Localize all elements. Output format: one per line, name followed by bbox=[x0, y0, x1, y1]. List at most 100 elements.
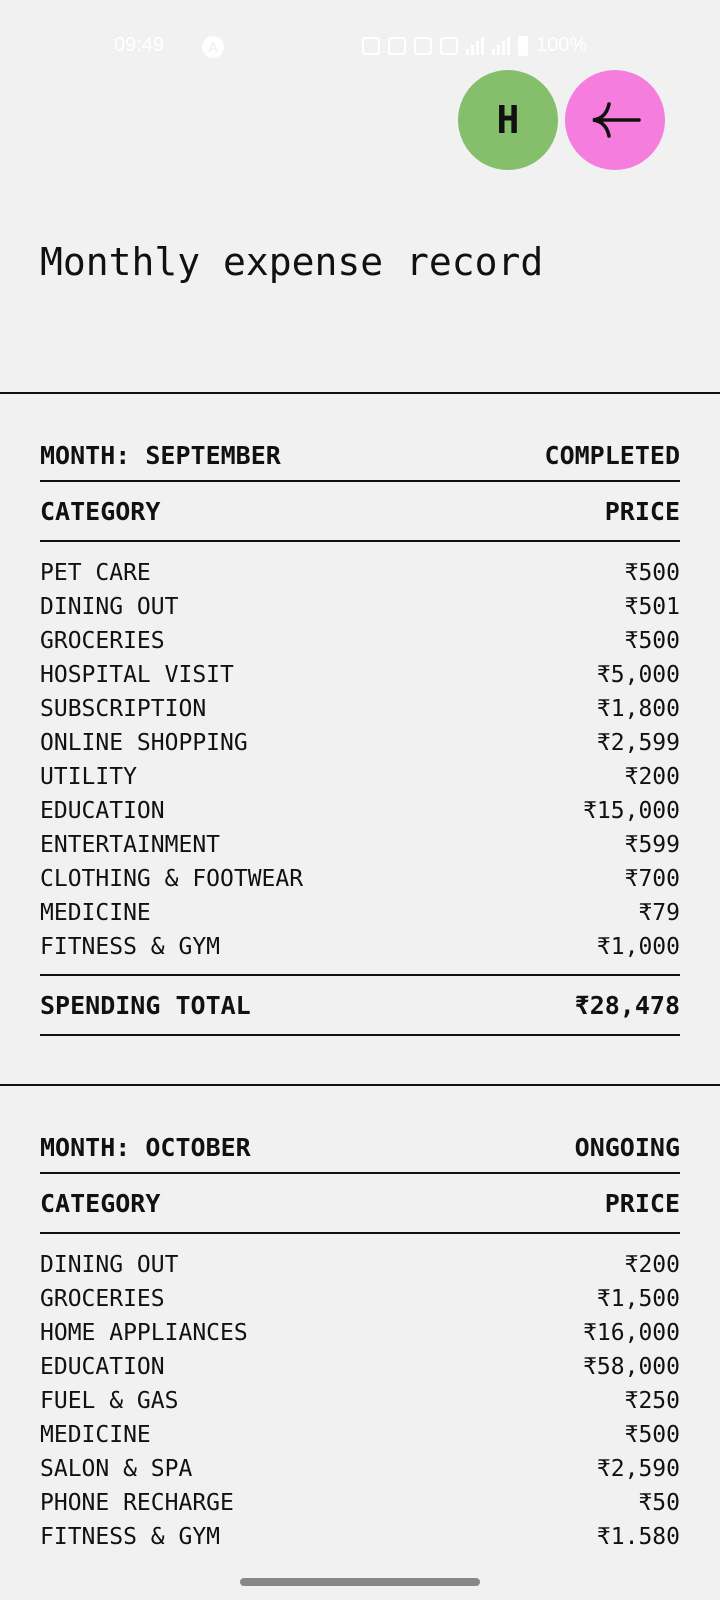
battery-icon bbox=[518, 35, 528, 56]
status-icons: 100% bbox=[362, 34, 587, 57]
expense-category: MEDICINE bbox=[40, 1422, 151, 1448]
expense-price: ₹2,599 bbox=[596, 730, 680, 756]
expense-price: ₹500 bbox=[624, 1422, 680, 1448]
expense-price: ₹500 bbox=[624, 628, 680, 654]
expense-category: ENTERTAINMENT bbox=[40, 832, 221, 858]
expense-price: ₹250 bbox=[624, 1388, 680, 1414]
expense-price: ₹501 bbox=[624, 594, 680, 620]
expense-category: FUEL & GAS bbox=[40, 1388, 179, 1414]
back-button[interactable] bbox=[565, 70, 665, 170]
home-indicator[interactable] bbox=[240, 1578, 480, 1586]
status-time: 09:49 bbox=[114, 34, 165, 56]
expense-category: DINING OUT bbox=[40, 594, 179, 620]
expense-row[interactable]: CLOTHING & FOOTWEAR ₹700 bbox=[40, 862, 680, 896]
expense-row[interactable]: UTILITY ₹200 bbox=[40, 760, 680, 794]
expense-row[interactable]: HOME APPLIANCES ₹16,000 bbox=[40, 1316, 680, 1350]
divider bbox=[0, 392, 720, 394]
divider bbox=[0, 1084, 720, 1086]
profile-avatar-button[interactable]: H bbox=[458, 70, 558, 170]
expense-category: SUBSCRIPTION bbox=[40, 696, 207, 722]
wifi-call-icon bbox=[414, 36, 432, 55]
expense-category: UTILITY bbox=[40, 764, 137, 790]
expense-row[interactable]: SUBSCRIPTION ₹1,800 bbox=[40, 692, 680, 726]
month-section-october: MONTH: OCTOBER ONGOING CATEGORY PRICE DI… bbox=[40, 1122, 680, 1554]
expense-price: ₹5,000 bbox=[596, 662, 680, 688]
expense-row[interactable]: GROCERIES ₹500 bbox=[40, 624, 680, 658]
expense-price: ₹200 bbox=[624, 1252, 680, 1278]
page-title: Monthly expense record bbox=[40, 240, 544, 284]
price-header: PRICE bbox=[604, 1188, 680, 1218]
expense-category: CLOTHING & FOOTWEAR bbox=[40, 866, 304, 892]
expense-row[interactable]: FITNESS & GYM ₹1,000 bbox=[40, 930, 680, 964]
expense-price: ₹15,000 bbox=[583, 798, 680, 824]
back-arrow-icon bbox=[592, 102, 641, 138]
expense-row[interactable]: FITNESS & GYM ₹1.580 bbox=[40, 1520, 680, 1554]
category-header: CATEGORY bbox=[40, 1188, 161, 1218]
expense-price: ₹200 bbox=[624, 764, 680, 790]
expense-category: GROCERIES bbox=[40, 1286, 165, 1312]
expense-row[interactable]: DINING OUT ₹200 bbox=[40, 1248, 680, 1282]
month-title: MONTH: SEPTEMBER bbox=[40, 440, 281, 470]
expense-row[interactable]: PET CARE ₹500 bbox=[40, 556, 680, 590]
signal-icon bbox=[466, 36, 484, 55]
avatar-letter: H bbox=[496, 98, 520, 142]
expense-category: PET CARE bbox=[40, 560, 151, 586]
month-section-september: MONTH: SEPTEMBER COMPLETED CATEGORY PRIC… bbox=[40, 430, 680, 1036]
wifi-icon bbox=[388, 36, 406, 55]
expense-price: ₹700 bbox=[624, 866, 680, 892]
expense-category: GROCERIES bbox=[40, 628, 165, 654]
expense-category: DINING OUT bbox=[40, 1252, 179, 1278]
expense-price: ₹2,590 bbox=[596, 1456, 680, 1482]
battery-percent: 100% bbox=[536, 34, 588, 56]
expense-row[interactable]: EDUCATION ₹58,000 bbox=[40, 1350, 680, 1384]
month-title: MONTH: OCTOBER bbox=[40, 1132, 251, 1162]
expense-price: ₹16,000 bbox=[583, 1320, 680, 1346]
expense-row[interactable]: FUEL & GAS ₹250 bbox=[40, 1384, 680, 1418]
column-header: CATEGORY PRICE bbox=[40, 1174, 680, 1232]
expense-row[interactable]: EDUCATION ₹15,000 bbox=[40, 794, 680, 828]
expense-category: FITNESS & GYM bbox=[40, 934, 221, 960]
category-header: CATEGORY bbox=[40, 496, 161, 526]
expense-row[interactable]: DINING OUT ₹501 bbox=[40, 590, 680, 624]
expense-list: PET CARE ₹500 DINING OUT ₹501 GROCERIES ₹50… bbox=[40, 542, 680, 964]
expense-price: ₹58,000 bbox=[583, 1354, 680, 1380]
signal-icon-2 bbox=[492, 36, 510, 55]
expense-price: ₹79 bbox=[638, 900, 680, 926]
price-header: PRICE bbox=[604, 496, 680, 526]
expense-row[interactable]: SALON & SPA ₹2,590 bbox=[40, 1452, 680, 1486]
mute-icon bbox=[362, 36, 380, 55]
expense-price: ₹1,000 bbox=[596, 934, 680, 960]
month-status-badge: ONGOING bbox=[574, 1132, 680, 1162]
expense-category: HOSPITAL VISIT bbox=[40, 662, 234, 688]
expense-category: EDUCATION bbox=[40, 1354, 165, 1380]
expense-row[interactable]: GROCERIES ₹1,500 bbox=[40, 1282, 680, 1316]
expense-category: HOME APPLIANCES bbox=[40, 1320, 248, 1346]
expense-row[interactable]: PHONE RECHARGE ₹50 bbox=[40, 1486, 680, 1520]
expense-category: ONLINE SHOPPING bbox=[40, 730, 248, 756]
expense-category: SALON & SPA bbox=[40, 1456, 193, 1482]
expense-row[interactable]: HOSPITAL VISIT ₹5,000 bbox=[40, 658, 680, 692]
total-label: SPENDING TOTAL bbox=[40, 990, 251, 1020]
month-header: MONTH: SEPTEMBER COMPLETED bbox=[40, 430, 680, 480]
expense-row[interactable]: ENTERTAINMENT ₹599 bbox=[40, 828, 680, 862]
month-status-badge: COMPLETED bbox=[544, 440, 680, 470]
expense-category: PHONE RECHARGE bbox=[40, 1490, 234, 1516]
expense-row[interactable]: MEDICINE ₹79 bbox=[40, 896, 680, 930]
expense-price: ₹1.580 bbox=[596, 1524, 680, 1550]
expense-price: ₹599 bbox=[624, 832, 680, 858]
status-bar: 09:49 A 100% bbox=[0, 30, 720, 66]
expense-category: FITNESS & GYM bbox=[40, 1524, 221, 1550]
expense-price: ₹50 bbox=[638, 1490, 680, 1516]
expense-price: ₹1,500 bbox=[596, 1286, 680, 1312]
spending-total-row: SPENDING TOTAL ₹28,478 bbox=[40, 976, 680, 1034]
app-notification-icon: A bbox=[202, 36, 224, 58]
expense-row[interactable]: MEDICINE ₹500 bbox=[40, 1418, 680, 1452]
rule bbox=[40, 1034, 680, 1036]
total-value: ₹28,478 bbox=[574, 990, 680, 1020]
column-header: CATEGORY PRICE bbox=[40, 482, 680, 540]
expense-price: ₹1,800 bbox=[596, 696, 680, 722]
expense-category: MEDICINE bbox=[40, 900, 151, 926]
expense-list: DINING OUT ₹200 GROCERIES ₹1,500 HOME APPL… bbox=[40, 1234, 680, 1554]
expense-row[interactable]: ONLINE SHOPPING ₹2,599 bbox=[40, 726, 680, 760]
month-header: MONTH: OCTOBER ONGOING bbox=[40, 1122, 680, 1172]
